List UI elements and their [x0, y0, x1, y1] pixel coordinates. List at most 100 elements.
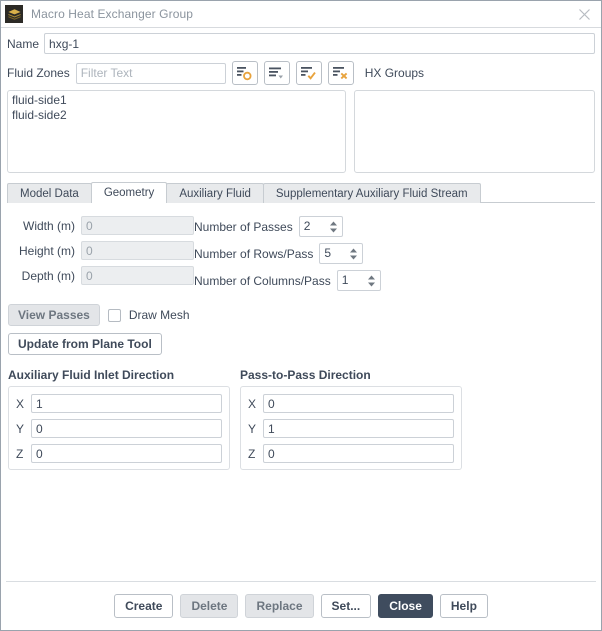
number-of-passes-row: Number of Passes 2	[194, 216, 381, 237]
hx-groups-listbox[interactable]	[354, 90, 595, 173]
width-label: Width (m)	[23, 218, 75, 233]
axis-label: Z	[16, 446, 24, 461]
stepper-arrows[interactable]	[365, 271, 380, 290]
height-row: Height (m)	[8, 241, 194, 260]
geometry-tab-page: Width (m) Height (m) Depth (m) Number of…	[1, 203, 601, 471]
update-from-plane-tool-row: Update from Plane Tool	[8, 333, 594, 355]
number-of-columns-per-pass-row: Number of Columns/Pass 1	[194, 270, 381, 291]
group-title: Pass-to-Pass Direction	[240, 368, 371, 382]
group-box: X Y Z	[240, 386, 462, 470]
tab-geometry[interactable]: Geometry	[90, 182, 168, 203]
number-of-passes-stepper[interactable]: 2	[298, 216, 343, 237]
chevron-down-icon	[350, 255, 358, 259]
select-filtered-icon-button[interactable]	[231, 61, 258, 85]
pass-to-pass-x-input[interactable]	[263, 394, 454, 413]
deselect-all-icon-button[interactable]	[327, 61, 354, 85]
tab-label: Supplementary Auxiliary Fluid Stream	[275, 187, 468, 200]
aux-inlet-y-row: Y	[16, 419, 222, 438]
tab-auxiliary-fluid[interactable]: Auxiliary Fluid	[166, 183, 264, 203]
hx-groups-label: HX Groups	[364, 66, 425, 80]
dimension-fields: Width (m) Height (m) Depth (m)	[8, 216, 194, 291]
macro-heat-exchanger-group-dialog: Macro Heat Exchanger Group Name Fluid Zo…	[0, 0, 602, 631]
view-passes-button[interactable]: View Passes	[8, 304, 100, 326]
number-of-passes-label: Number of Passes	[194, 219, 293, 234]
update-from-plane-tool-button[interactable]: Update from Plane Tool	[8, 333, 162, 355]
axis-label: X	[248, 396, 257, 411]
fluid-zones-label: Fluid Zones	[7, 66, 70, 80]
axis-label: Y	[16, 421, 25, 436]
axis-label: Z	[248, 446, 256, 461]
aux-inlet-z-row: Z	[16, 444, 222, 463]
axis-label: X	[16, 396, 25, 411]
number-of-columns-per-pass-stepper[interactable]: 1	[336, 270, 381, 291]
pass-to-pass-y-input[interactable]	[263, 419, 454, 438]
close-button[interactable]: Close	[378, 594, 433, 618]
stepper-value: 5	[324, 246, 332, 260]
chevron-up-icon	[367, 275, 375, 279]
lists-area: fluid-side1 fluid-side2	[1, 90, 601, 173]
depth-label: Depth (m)	[21, 268, 75, 283]
pass-to-pass-z-input[interactable]	[263, 444, 454, 463]
view-passes-row: View Passes Draw Mesh	[8, 304, 594, 326]
tab-label: Auxiliary Fluid	[179, 187, 251, 200]
pass-to-pass-z-row: Z	[248, 444, 454, 463]
pass-to-pass-x-row: X	[248, 394, 454, 413]
list-item[interactable]: fluid-side2	[8, 108, 345, 123]
width-row: Width (m)	[8, 216, 194, 235]
aux-inlet-x-input[interactable]	[31, 394, 222, 413]
height-input[interactable]	[81, 241, 194, 260]
stepper-arrows[interactable]	[327, 217, 342, 236]
fluid-zones-row: Fluid Zones Filter Text HX Groups	[1, 57, 601, 90]
chevron-up-icon	[329, 221, 337, 225]
direction-groups: Auxiliary Fluid Inlet Direction X Y Z	[8, 368, 594, 470]
window-title: Macro Heat Exchanger Group	[31, 7, 194, 21]
number-of-rows-per-pass-label: Number of Rows/Pass	[194, 246, 314, 261]
pass-to-pass-direction-group: Pass-to-Pass Direction X Y Z	[240, 368, 462, 470]
stepper-value: 2	[303, 219, 311, 233]
geometry-fields-grid: Width (m) Height (m) Depth (m) Number of…	[8, 216, 594, 297]
list-options-icon-button[interactable]	[263, 61, 290, 85]
chevron-up-icon	[350, 248, 358, 252]
stepper-arrows[interactable]	[347, 244, 362, 263]
tab-label: Geometry	[103, 187, 155, 199]
draw-mesh-checkbox[interactable]	[107, 308, 121, 322]
title-bar: Macro Heat Exchanger Group	[1, 1, 601, 28]
aux-inlet-z-input[interactable]	[31, 444, 222, 463]
aux-inlet-x-row: X	[16, 394, 222, 413]
pass-to-pass-y-row: Y	[248, 419, 454, 438]
delete-button[interactable]: Delete	[180, 594, 239, 618]
depth-row: Depth (m)	[8, 266, 194, 285]
list-item[interactable]: fluid-side1	[8, 93, 345, 108]
fluid-zones-listbox[interactable]: fluid-side1 fluid-side2	[7, 90, 346, 173]
group-title: Auxiliary Fluid Inlet Direction	[8, 368, 175, 382]
draw-mesh-label: Draw Mesh	[128, 308, 190, 322]
number-of-rows-per-pass-stepper[interactable]: 5	[319, 243, 364, 264]
aux-inlet-y-input[interactable]	[31, 419, 222, 438]
width-input[interactable]	[81, 216, 194, 235]
name-label: Name	[7, 36, 40, 51]
axis-label: Y	[248, 421, 257, 436]
auxiliary-fluid-inlet-direction-group: Auxiliary Fluid Inlet Direction X Y Z	[8, 368, 230, 470]
footer-button-bar: Create Delete Replace Set... Close Help	[1, 582, 601, 630]
create-button[interactable]: Create	[114, 594, 174, 618]
help-button[interactable]: Help	[439, 594, 488, 618]
tab-supplementary-auxiliary-fluid-stream[interactable]: Supplementary Auxiliary Fluid Stream	[262, 183, 481, 203]
tab-label: Model Data	[20, 187, 79, 200]
replace-button[interactable]: Replace	[245, 594, 314, 618]
tab-model-data[interactable]: Model Data	[7, 183, 92, 203]
group-box: X Y Z	[8, 386, 230, 470]
select-all-icon-button[interactable]	[295, 61, 322, 85]
depth-input[interactable]	[81, 266, 194, 285]
set-button[interactable]: Set...	[320, 594, 372, 618]
counter-fields: Number of Passes 2 Number of Rows/Pass 5	[194, 216, 381, 297]
close-icon[interactable]	[567, 2, 601, 27]
name-input[interactable]	[44, 33, 595, 54]
number-of-rows-per-pass-row: Number of Rows/Pass 5	[194, 243, 381, 264]
stepper-value: 1	[341, 273, 349, 287]
fluent-layers-icon	[5, 5, 23, 23]
number-of-columns-per-pass-label: Number of Columns/Pass	[194, 273, 331, 288]
chevron-down-icon	[329, 228, 337, 232]
chevron-down-icon	[367, 282, 375, 286]
fluid-zones-filter-input[interactable]	[75, 62, 226, 84]
height-label: Height (m)	[18, 243, 75, 258]
